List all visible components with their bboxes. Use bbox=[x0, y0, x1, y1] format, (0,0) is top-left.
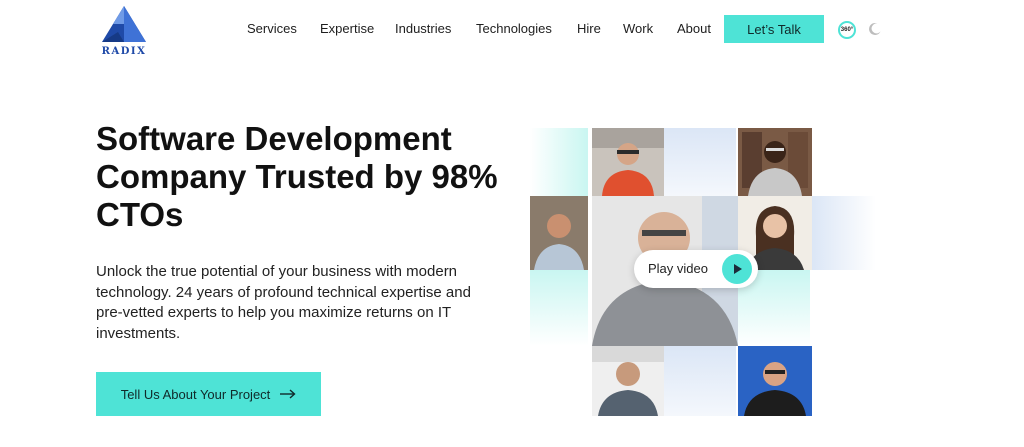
pyramid-logo-icon bbox=[102, 6, 146, 42]
hero-button-label: Tell Us About Your Project bbox=[120, 386, 271, 402]
logo-wordmark: RADIX bbox=[101, 46, 147, 57]
hero-description: Unlock the true potential of your busine… bbox=[96, 263, 471, 342]
participant-video-tile bbox=[592, 128, 664, 196]
arrow-right-icon bbox=[280, 389, 296, 399]
participant-video-tile bbox=[530, 196, 588, 270]
gradient-tile bbox=[664, 128, 736, 196]
tell-us-about-project-button[interactable]: Tell Us About Your Project bbox=[96, 372, 321, 416]
nav-item-hire[interactable]: Hire bbox=[577, 21, 601, 36]
nav-item-about[interactable]: About bbox=[677, 21, 711, 36]
radix-logo[interactable]: RADIX bbox=[96, 4, 152, 58]
gradient-tile bbox=[664, 346, 736, 416]
participant-video-tile bbox=[738, 128, 812, 196]
lets-talk-button[interactable]: Let’s Talk bbox=[724, 15, 824, 43]
nav-item-industries[interactable]: Industries bbox=[395, 21, 451, 36]
site-header: RADIX Services Expertise Industries Tech… bbox=[0, 0, 1024, 60]
tour-360-badge[interactable]: 360° bbox=[838, 21, 856, 39]
gradient-tile bbox=[530, 128, 588, 196]
moon-icon[interactable] bbox=[868, 22, 882, 36]
participant-video-tile bbox=[738, 346, 812, 416]
nav-item-technologies[interactable]: Technologies bbox=[476, 21, 552, 36]
nav-item-services[interactable]: Services bbox=[247, 21, 297, 36]
participant-video-tile bbox=[592, 346, 664, 416]
nav-item-work[interactable]: Work bbox=[623, 21, 653, 36]
play-video-button[interactable]: Play video bbox=[634, 250, 758, 288]
gradient-tile bbox=[812, 196, 876, 270]
gradient-tile bbox=[530, 270, 588, 346]
hero-title: Software Development Company Trusted by … bbox=[96, 120, 498, 233]
nav-item-expertise[interactable]: Expertise bbox=[320, 21, 374, 36]
play-icon bbox=[722, 254, 752, 284]
play-video-label: Play video bbox=[648, 261, 708, 276]
